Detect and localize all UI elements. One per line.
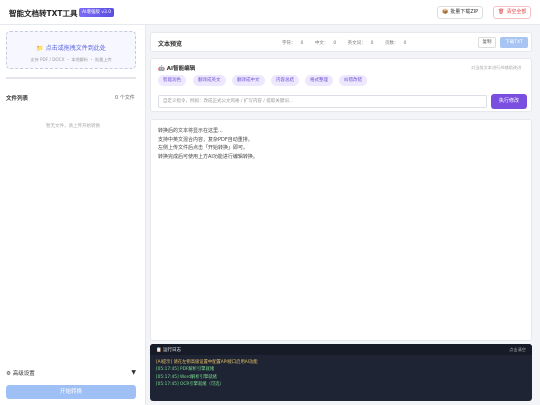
folder-icon: 📁 (36, 45, 44, 52)
file-count: 0 个文件 (115, 95, 135, 101)
editor-placeholder: 转换后的文本将显示在这里... 支持中英文混合内容，复杂PDF自动重排。 左侧上… (158, 127, 258, 161)
ai-edit-title-text: AI智能编辑 (166, 66, 196, 72)
stat-english: 英文词： 0 (347, 41, 374, 46)
editor-line: 支持中英文混合内容，复杂PDF自动重排。 (158, 136, 253, 143)
advanced-settings-label: ⚙ 高级设置 (6, 369, 35, 377)
version-badge: AI增强版 v3.0 (79, 8, 115, 17)
document-icon: 📋 (156, 348, 162, 353)
clear-log-button[interactable]: 点击清空 (509, 347, 526, 353)
download-zip-label: 批量下载ZIP (450, 9, 479, 15)
chip-proofread[interactable]: 纠错改错 (339, 75, 367, 86)
log-header: 📋 运行日志 点击清空 (150, 344, 532, 355)
preview-toolbar: 文本预览 字符： 0 中文： 0 英文词： 0 页数： 0 复制 下载TXT (150, 32, 532, 52)
editor-line: 转换完成后可使用上方AI功能进行编辑转换。 (158, 153, 258, 160)
text-stats: 字符： 0 中文： 0 英文词： 0 页数： 0 (282, 40, 416, 46)
log-line: [05:17:45] PDF解析引擎就绪 (156, 367, 215, 373)
upload-title: 📁 点击或拖拽文件到此处 (7, 43, 135, 52)
advanced-settings-text: 高级设置 (12, 371, 35, 377)
ai-instruction-input[interactable]: 自定义指令，例如：改成正式公文风格 / 扩写内容 / 提取关键词... (158, 95, 487, 108)
editor-line: 转换后的文本将显示在这里... (158, 128, 223, 134)
log-panel: 📋 运行日志 点击清空 [AI提示] 请在左侧高级设置中配置API接口启用AI功… (150, 344, 532, 401)
download-txt-button[interactable]: 下载TXT (500, 37, 528, 48)
chip-translate-en[interactable]: 翻译成英文 (193, 75, 226, 86)
chip-translate-zh[interactable]: 翻译成中文 (232, 75, 265, 86)
clear-all-label: 清空全部 (506, 9, 527, 15)
stat-pages: 页数： 0 (384, 41, 407, 46)
chip-polish[interactable]: 智能润色 (158, 75, 186, 86)
text-editor[interactable]: 转换后的文本将显示在这里... 支持中英文混合内容，复杂PDF自动重排。 左侧上… (150, 119, 532, 341)
file-list-title: 文件列表 (6, 96, 29, 102)
start-convert-button[interactable]: 开始转换 (6, 385, 136, 399)
chip-format[interactable]: 格式整理 (305, 75, 333, 86)
robot-icon: 🤖 (158, 66, 165, 72)
chip-summary[interactable]: 内容总结 (271, 75, 299, 86)
stat-chinese: 中文： 0 (314, 41, 337, 46)
gear-icon: ⚙ (6, 371, 11, 377)
stat-chars: 字符： 0 (282, 41, 304, 46)
execute-edit-button[interactable]: 执行修改 (491, 94, 527, 109)
log-line: [AI提示] 请在左侧高级设置中配置API接口启用AI功能 (156, 360, 258, 365)
editor-line: 左侧上传文件后点击「开始转换」即可。 (158, 145, 249, 151)
ai-edit-hint: 对当前文本进行AI辅助改进 (471, 65, 522, 70)
trash-icon: 🗑 (498, 9, 505, 15)
file-list-empty: 暂无文件，请上传开始转换 (46, 124, 100, 129)
log-title-text: 运行日志 (163, 348, 182, 353)
package-icon: 📦 (442, 9, 449, 15)
upload-hint: 支持 PDF / DOCX ・ 本地解析 ・ 批量上传 (30, 57, 112, 62)
chevron-down-icon: ▼ (131, 369, 136, 376)
sidebar: 📁 点击或拖拽文件到此处 支持 PDF / DOCX ・ 本地解析 ・ 批量上传… (0, 25, 146, 405)
upload-dropzone[interactable]: 📁 点击或拖拽文件到此处 支持 PDF / DOCX ・ 本地解析 ・ 批量上传 (6, 31, 136, 69)
log-line: [05:17:45] Word解析引擎就绪 (156, 374, 217, 380)
ai-edit-panel: 🤖 AI智能编辑 对当前文本进行AI辅助改进 智能润色 翻译成英文 翻译成中文 … (150, 58, 532, 112)
preview-title: 文本预览 (158, 41, 183, 48)
advanced-settings-toggle[interactable]: ⚙ 高级设置 ▼ (6, 369, 136, 379)
log-title: 📋 运行日志 (156, 347, 181, 353)
log-lines: [AI提示] 请在左侧高级设置中配置API接口启用AI功能 [05:17:45]… (156, 359, 258, 389)
clear-all-button[interactable]: 🗑 清空全部 (493, 6, 532, 19)
app-title: 智能文档转TXT工具 (9, 9, 78, 18)
copy-button[interactable]: 复制 (478, 37, 496, 48)
download-zip-button[interactable]: 📦 批量下载ZIP (437, 6, 484, 19)
ai-edit-title: 🤖 AI智能编辑 (158, 64, 195, 72)
upload-title-text: 点击或拖拽文件到此处 (45, 45, 106, 52)
log-line: [05:17:45] OCR引擎就绪（可选） (156, 382, 224, 388)
sidebar-divider (6, 77, 136, 79)
app-header: 智能文档转TXT工具 AI增强版 v3.0 📦 批量下载ZIP 🗑 清空全部 (0, 0, 540, 25)
